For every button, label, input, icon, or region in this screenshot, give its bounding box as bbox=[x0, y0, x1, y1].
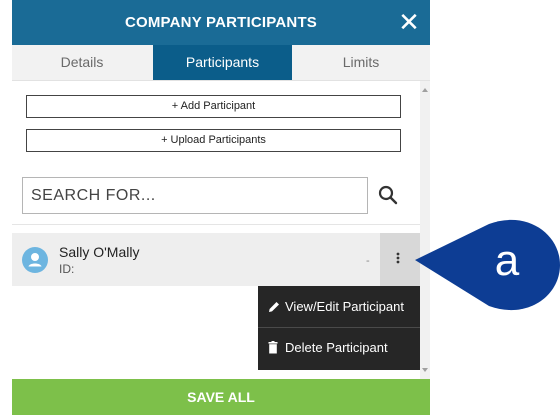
search-input[interactable] bbox=[23, 178, 367, 213]
search-box bbox=[22, 177, 368, 214]
participants-content: + Add Participant + Upload Participants … bbox=[12, 81, 430, 379]
tab-limits[interactable]: Limits bbox=[292, 45, 430, 80]
participant-id-label: ID: bbox=[59, 262, 75, 276]
callout-letter: a bbox=[494, 236, 520, 285]
participants-dialog: COMPANY PARTICIPANTS ✕ Details Participa… bbox=[12, 0, 430, 415]
avatar bbox=[22, 247, 48, 273]
scroll-up-icon[interactable] bbox=[420, 85, 430, 95]
participant-status: - bbox=[366, 255, 370, 267]
scroll-down-icon[interactable] bbox=[420, 365, 430, 375]
upload-participants-button[interactable]: + Upload Participants bbox=[26, 129, 401, 152]
participant-name: Sally O'Mally bbox=[59, 244, 140, 260]
trash-icon bbox=[268, 341, 278, 354]
participant-context-menu: View/Edit Participant Delete Participant bbox=[258, 286, 420, 370]
kebab-menu-icon bbox=[396, 252, 400, 264]
view-edit-participant-item[interactable]: View/Edit Participant bbox=[258, 287, 420, 327]
tab-details[interactable]: Details bbox=[12, 45, 152, 80]
participant-row[interactable]: Sally O'Mally ID: - bbox=[12, 233, 420, 286]
delete-participant-label: Delete Participant bbox=[285, 340, 388, 355]
view-edit-participant-label: View/Edit Participant bbox=[285, 299, 404, 314]
close-button[interactable]: ✕ bbox=[394, 0, 424, 45]
more-options-button[interactable] bbox=[380, 233, 420, 286]
delete-participant-item[interactable]: Delete Participant bbox=[258, 328, 420, 368]
divider bbox=[12, 224, 420, 225]
tab-participants[interactable]: Participants bbox=[153, 45, 292, 80]
user-icon bbox=[28, 253, 42, 267]
save-all-button[interactable]: SAVE ALL bbox=[12, 379, 430, 415]
pencil-icon bbox=[269, 302, 279, 312]
dialog-title: COMPANY PARTICIPANTS bbox=[124, 14, 318, 31]
add-participant-button[interactable]: + Add Participant bbox=[26, 95, 401, 118]
search-icon[interactable] bbox=[376, 183, 400, 207]
dialog-header: COMPANY PARTICIPANTS ✕ bbox=[12, 0, 430, 45]
tab-bar: Details Participants Limits bbox=[12, 45, 430, 81]
